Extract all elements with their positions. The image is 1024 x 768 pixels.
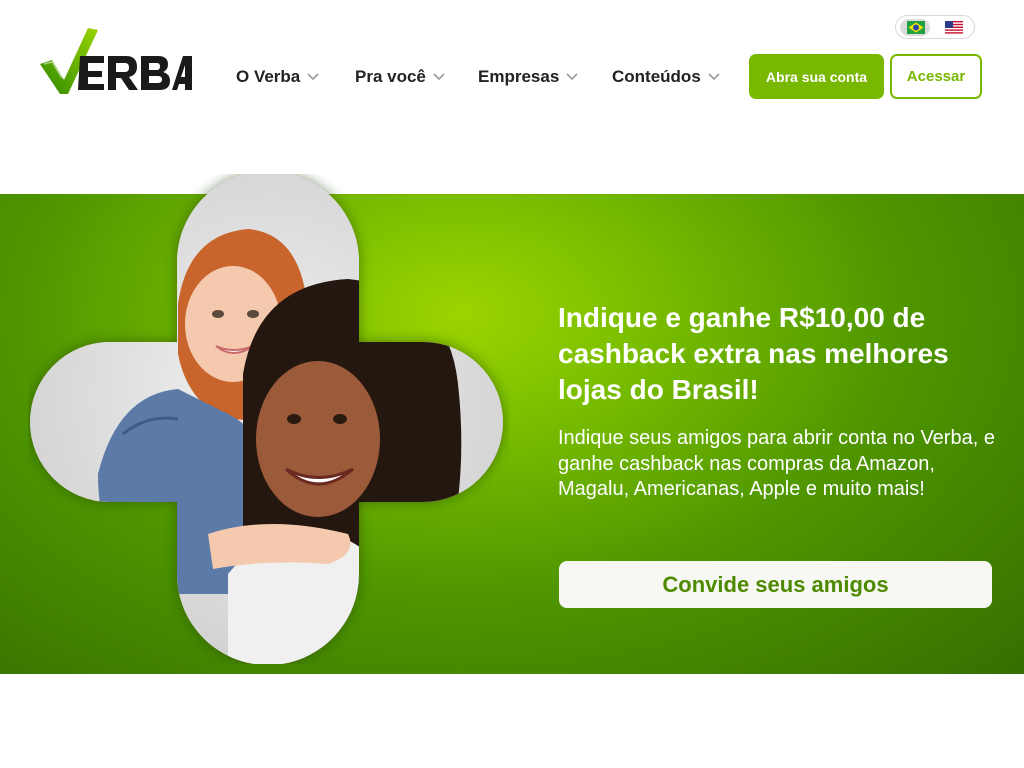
chevron-down-icon (433, 73, 445, 81)
referral-hero-banner: Indique e ganhe R$10,00 de cashback extr… (0, 174, 1024, 674)
nav-item-label: Conteúdos (612, 67, 701, 86)
chevron-down-icon (307, 73, 319, 81)
hero-subtext: Indique seus amigos para abrir conta no … (558, 427, 995, 500)
brazil-flag-icon[interactable] (907, 21, 925, 34)
nav-item-o-verba[interactable]: O Verba (236, 67, 320, 87)
hero-headline: Indique e ganhe R$10,00 de cashback extr… (558, 302, 949, 405)
nav-item-label: O Verba (236, 67, 301, 86)
language-switcher[interactable] (895, 15, 975, 39)
open-account-button[interactable]: Abra sua conta (749, 54, 884, 99)
invite-friends-button[interactable]: Convide seus amigos (559, 561, 992, 608)
nav-item-label: Empresas (478, 67, 560, 86)
nav-item-conteudos[interactable]: Conteúdos (612, 67, 721, 87)
usa-flag-icon[interactable] (945, 21, 963, 34)
chevron-down-icon (566, 73, 578, 81)
site-header: O Verba Pra você Empresas Conteúdos Abra… (0, 0, 1024, 130)
nav-item-label: Pra você (355, 67, 426, 86)
verba-logo[interactable] (38, 26, 192, 96)
nav-item-empresas[interactable]: Empresas (478, 67, 579, 87)
nav-item-pra-voce[interactable]: Pra você (355, 67, 446, 87)
chevron-down-icon (708, 73, 720, 81)
login-button[interactable]: Acessar (890, 54, 982, 99)
hero-photo-mother-daughter (30, 174, 503, 664)
page: O Verba Pra você Empresas Conteúdos Abra… (0, 0, 1024, 768)
